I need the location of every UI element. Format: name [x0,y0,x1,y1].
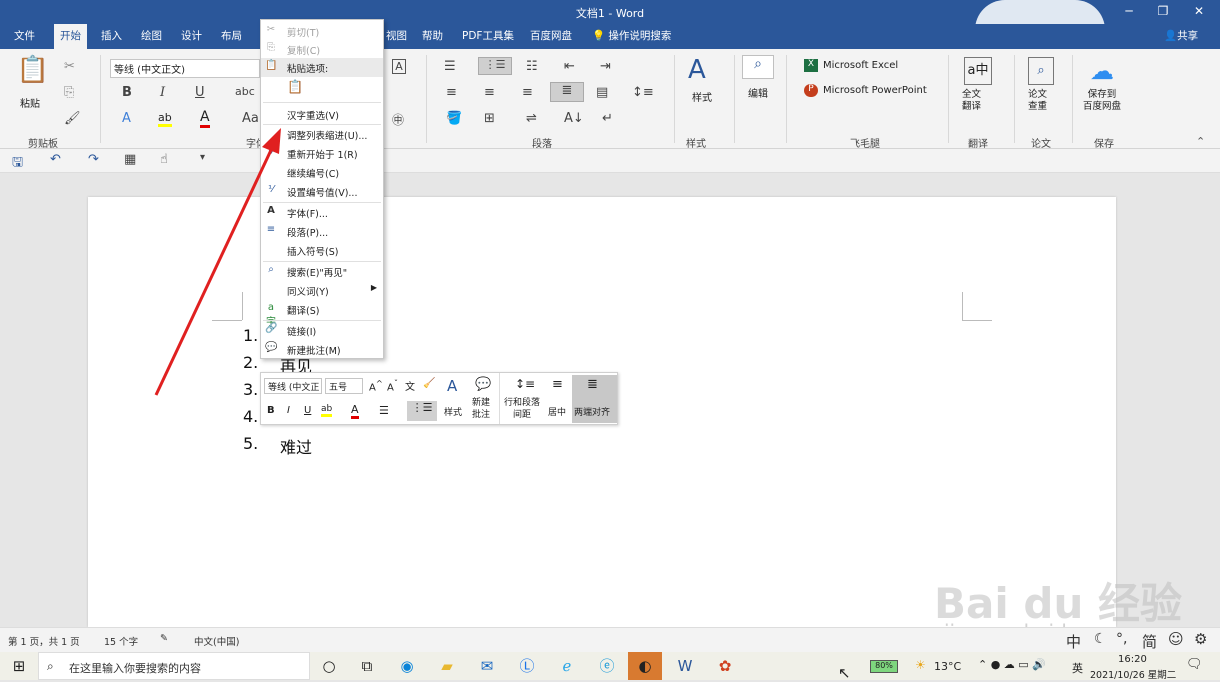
taskbar-search-placeholder: 在这里输入你要搜索的内容 [69,662,201,675]
search-icon: ⌕ [47,659,54,673]
arrow-head [262,128,281,154]
word-count[interactable]: 15 个字 [104,634,138,648]
page-count[interactable]: 第 1 页，共 1 页 [8,634,80,648]
tray-icons[interactable]: ⌃ ● ☁ ▭ 🔊 [978,658,1046,671]
punctuation-icon[interactable]: °, [1116,631,1127,647]
word-taskbar-icon[interactable]: W [668,652,702,680]
battery-indicator[interactable]: 80% [870,660,898,673]
ime-indicator[interactable]: 英 [1072,660,1083,676]
weather-temp[interactable]: 13°C [934,660,961,673]
cortana-icon[interactable]: ○ [312,652,346,680]
mail-icon[interactable]: ✉ [470,652,504,680]
moon-icon[interactable]: ☾ [1094,631,1107,647]
clock-date[interactable]: 2021/10/26 星期二 [1090,667,1176,681]
taskbar-search-box[interactable]: ⌕ 在这里输入你要搜索的内容 [38,652,310,680]
l-app-icon[interactable]: Ⓛ [510,652,544,680]
notification-icon[interactable]: 🗨 [1186,657,1203,672]
settings-icon[interactable]: ⚙ [1194,630,1207,648]
file-explorer-icon[interactable]: ▰ [430,652,464,680]
arrow-shaft [154,147,274,396]
language[interactable]: 中文(中国) [194,634,239,648]
browser-icon[interactable]: ⓔ [590,652,624,680]
task-view-icon[interactable]: ⧉ [350,652,384,680]
photo-app-icon[interactable]: ◐ [628,652,662,680]
clock-time[interactable]: 16:20 [1118,654,1147,665]
weather-icon[interactable]: ☀ [915,658,926,672]
ime-simplified[interactable]: 简 [1142,631,1157,652]
ie-icon[interactable]: ℯ [550,652,584,680]
taskbar: ⊞ ⌕ 在这里输入你要搜索的内容 ○ ⧉ ◉ ▰ ✉ Ⓛ ℯ ⓔ ◐ W ✿ ↖… [0,652,1220,682]
tool-icon[interactable]: ✿ [708,652,742,680]
proofing-icon[interactable]: ✎ [160,633,168,644]
ime-chinese[interactable]: 中 [1066,631,1081,652]
windows-start-icon[interactable]: ⊞ [2,652,36,680]
emoji-icon[interactable]: ☺ [1168,630,1184,648]
edge-icon[interactable]: ◉ [390,652,424,680]
status-bar: 第 1 页，共 1 页 15 个字 ✎ 中文(中国) 中 ☾ °, 简 ☺ ⚙ [0,627,1220,652]
mouse-cursor-icon: ↖ [838,664,851,682]
